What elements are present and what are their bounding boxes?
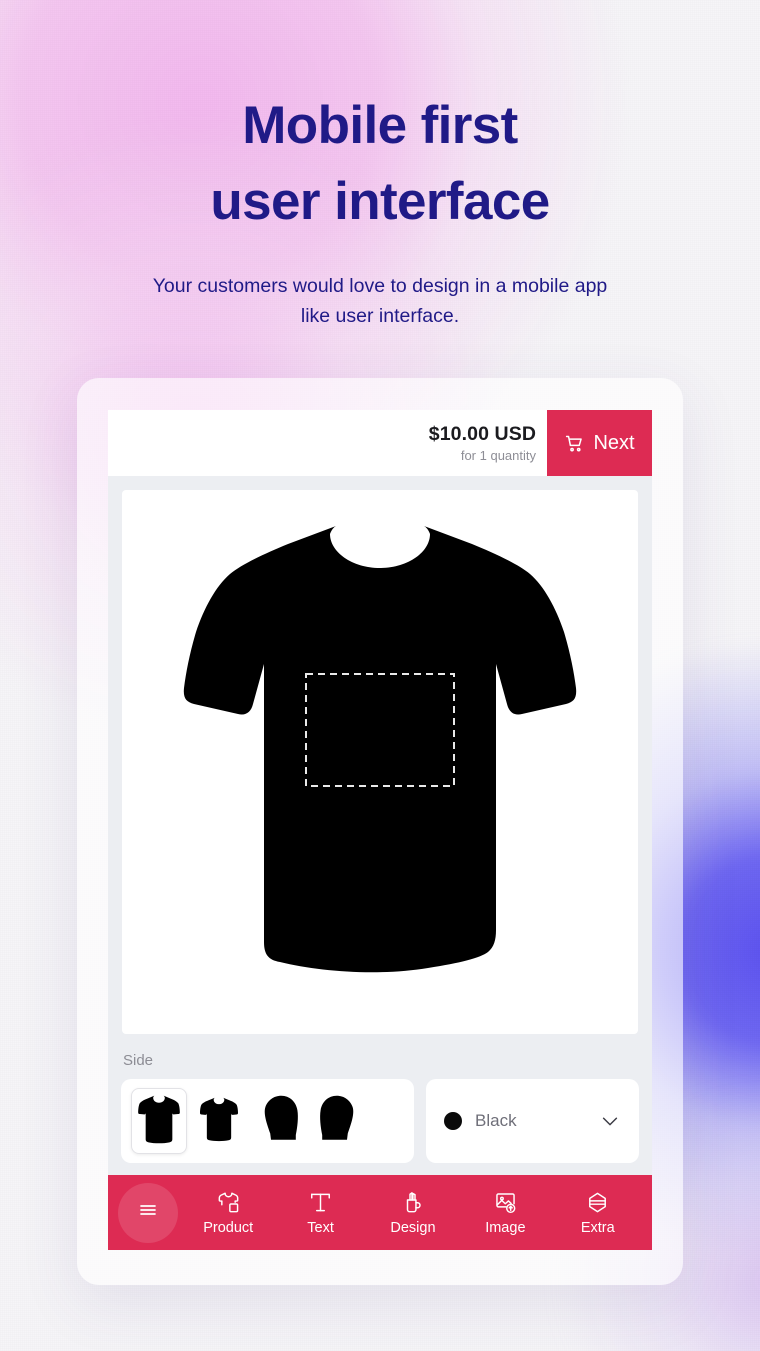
sleeve-right-icon bbox=[318, 1095, 360, 1148]
toolbar-label-text: Text bbox=[307, 1219, 334, 1236]
page-title-line-1: Mobile first bbox=[242, 96, 518, 155]
side-thumb-right-sleeve[interactable] bbox=[311, 1088, 367, 1154]
product-designer-app: $10.00 USD for 1 quantity Next Side Blac… bbox=[108, 410, 652, 1250]
side-thumbnail-strip bbox=[121, 1079, 414, 1163]
menu-button[interactable] bbox=[118, 1182, 178, 1243]
toolbar-item-product[interactable]: Product bbox=[199, 1190, 257, 1236]
color-selector-value: Black bbox=[475, 1111, 517, 1130]
chevron-down-icon bbox=[599, 1110, 621, 1132]
hero-section: Mobile first user interface Your custome… bbox=[0, 0, 760, 332]
toolbar-item-text[interactable]: Text bbox=[292, 1190, 350, 1236]
image-upload-icon bbox=[493, 1190, 518, 1215]
hamburger-menu-icon bbox=[136, 1198, 160, 1227]
toolbar-label-extra: Extra bbox=[580, 1219, 615, 1236]
hexagon-extra-icon bbox=[585, 1190, 610, 1215]
color-selector-dropdown[interactable]: Black bbox=[426, 1079, 639, 1163]
price-value: $10.00 USD bbox=[428, 423, 536, 445]
side-thumb-front[interactable] bbox=[131, 1088, 187, 1154]
preview-stage-wrapper bbox=[108, 476, 652, 1034]
next-button[interactable]: Next bbox=[547, 410, 652, 476]
app-header: $10.00 USD for 1 quantity Next bbox=[108, 410, 652, 476]
page-title-line-2: user interface bbox=[210, 171, 550, 231]
toolbar-items: Product Text Design Image Extra bbox=[178, 1190, 652, 1236]
toolbar-item-image[interactable]: Image bbox=[476, 1190, 534, 1236]
product-preview-canvas[interactable] bbox=[122, 490, 638, 1034]
text-t-icon bbox=[308, 1190, 333, 1215]
toolbar-label-product: Product bbox=[203, 1219, 254, 1236]
tshirt-preview-graphic bbox=[183, 526, 577, 973]
toolbar-label-image: Image bbox=[485, 1219, 526, 1236]
price-summary: $10.00 USD for 1 quantity bbox=[429, 410, 547, 476]
price-quantity-note: for 1 quantity bbox=[460, 448, 536, 463]
tshirt-front-icon bbox=[138, 1094, 180, 1149]
next-button-label: Next bbox=[593, 431, 635, 454]
side-selector-label: Side bbox=[123, 1052, 154, 1069]
toolbar-label-design: Design bbox=[390, 1219, 436, 1236]
toolbar-item-design[interactable]: Design bbox=[384, 1190, 442, 1236]
shopping-cart-icon bbox=[564, 433, 585, 454]
page-subtitle-line-1: Your customers would love to design in a… bbox=[152, 274, 608, 297]
page-subtitle-line-2: like user interface. bbox=[300, 305, 460, 328]
selector-row: Black bbox=[108, 1069, 652, 1163]
sleeve-left-icon bbox=[258, 1095, 300, 1148]
side-thumb-back[interactable] bbox=[191, 1088, 247, 1154]
side-thumb-left-sleeve[interactable] bbox=[251, 1088, 307, 1154]
toolbar-item-extra[interactable]: Extra bbox=[569, 1190, 627, 1236]
page-title: Mobile first user interface bbox=[0, 88, 760, 240]
color-swatch bbox=[444, 1112, 462, 1130]
tshirt-product-icon bbox=[216, 1190, 241, 1215]
bottom-toolbar: Product Text Design Image Extra bbox=[108, 1175, 652, 1250]
page-subtitle: Your customers would love to design in a… bbox=[0, 271, 760, 333]
tshirt-back-icon bbox=[200, 1096, 238, 1147]
pen-holder-icon bbox=[400, 1190, 425, 1215]
